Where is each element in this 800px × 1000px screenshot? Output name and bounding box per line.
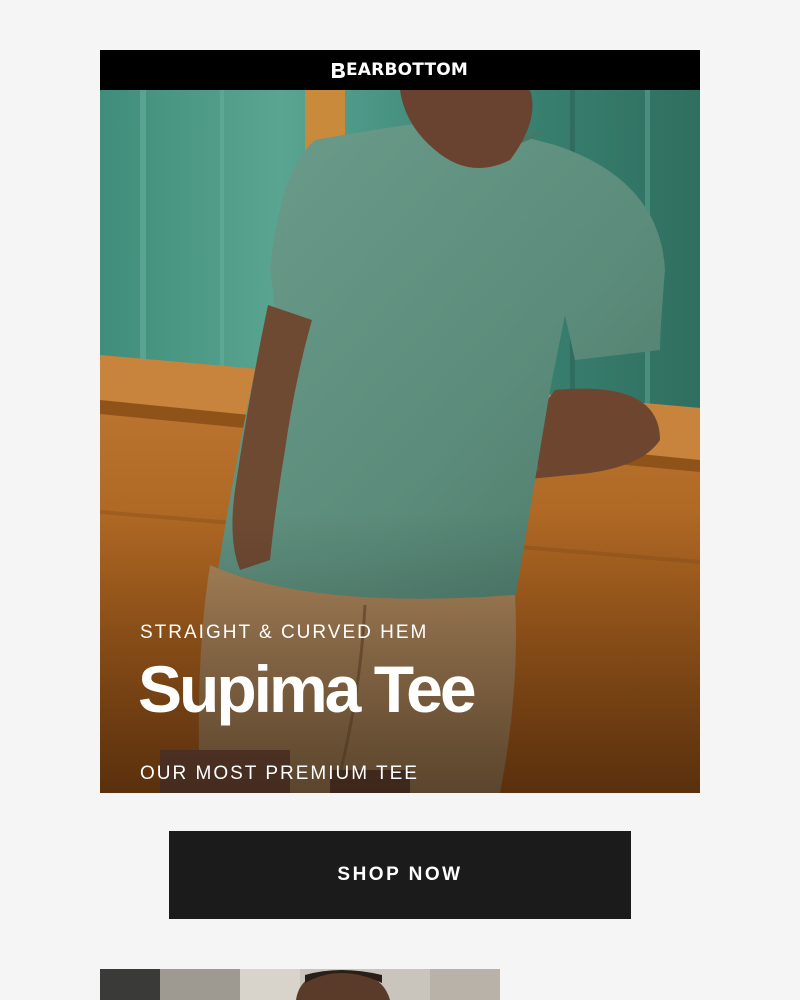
header-bar: EARBOTTOM (100, 50, 700, 90)
hero-eyebrow: STRAIGHT & CURVED HEM (140, 622, 429, 643)
cta-section: SHOP NOW (100, 793, 700, 969)
hero-subtitle: OUR MOST PREMIUM TEE (140, 763, 419, 784)
brand-name: EARBOTTOM (345, 60, 469, 80)
hero-banner[interactable]: STRAIGHT & CURVED HEM Supima Tee OUR MOS… (100, 90, 700, 793)
teaser-photo (100, 969, 500, 1000)
hero-title: Supima Tee (138, 652, 477, 726)
shop-now-button[interactable]: SHOP NOW (169, 831, 631, 919)
brand-logo[interactable]: EARBOTTOM (331, 60, 469, 80)
next-product-image[interactable] (100, 969, 500, 1000)
logo-mark-icon (331, 62, 345, 78)
email-body: EARBOTTOM STRAIGHT & CURVED HEM Supima T… (100, 50, 700, 1000)
